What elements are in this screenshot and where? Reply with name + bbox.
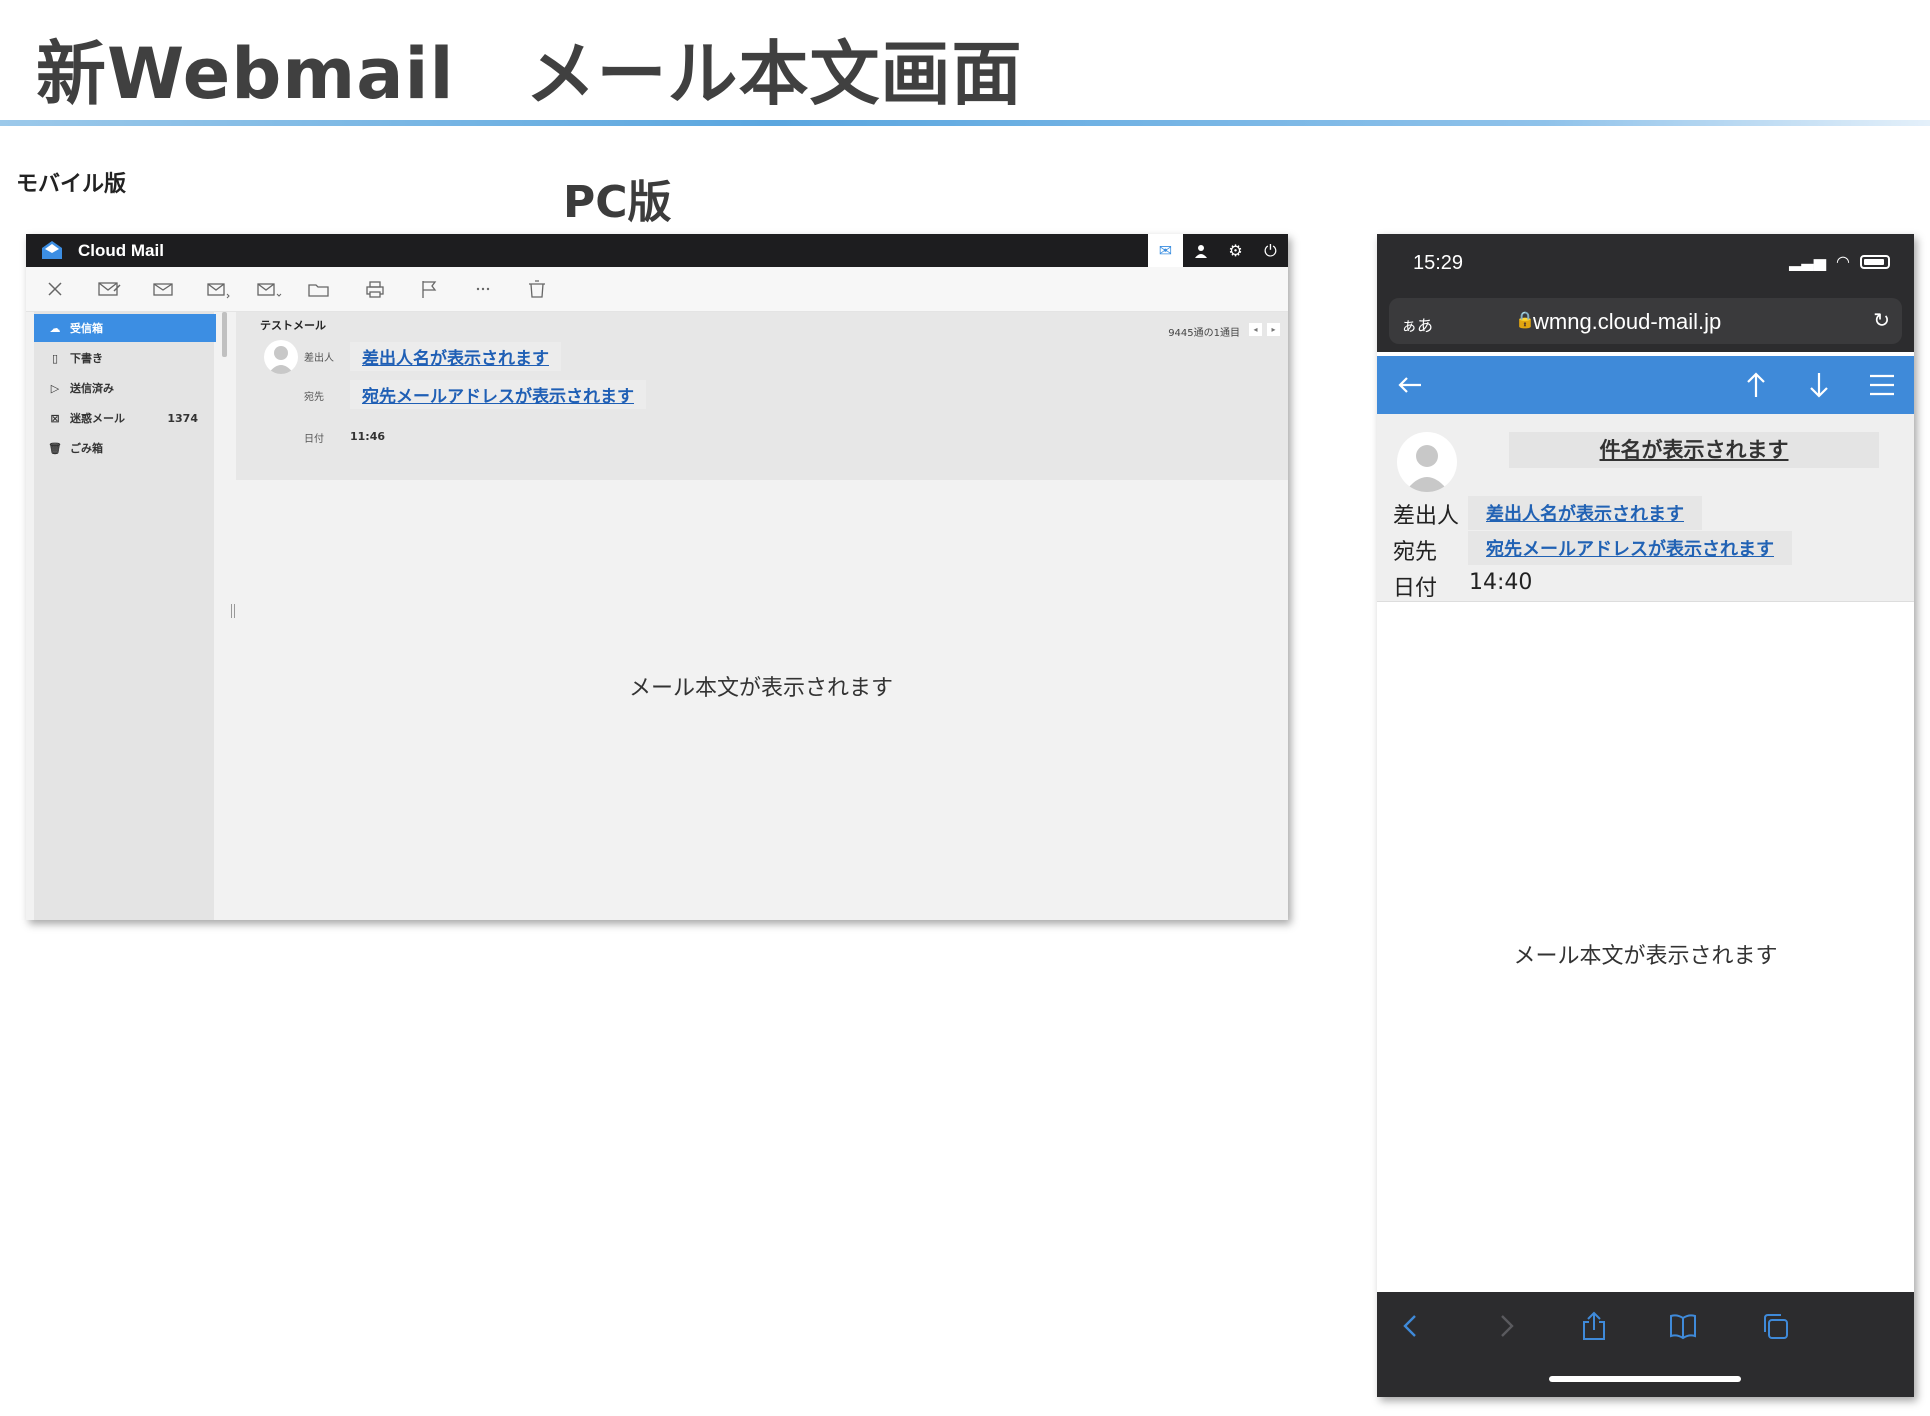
browser-back-icon[interactable]: [1391, 1306, 1431, 1346]
print-icon[interactable]: [362, 277, 388, 301]
page-title: 新Webmail メール本文画面: [36, 33, 1023, 115]
app-brand: Cloud Mail: [78, 241, 164, 260]
trash-icon: 🗑: [48, 441, 62, 455]
folder-drafts[interactable]: ▯ 下書き: [34, 344, 216, 372]
move-folder-icon[interactable]: [306, 277, 332, 301]
signal-icon: ▂▃▅: [1789, 252, 1827, 271]
pc-top-bar: Cloud Mail ✉ ⚙ ⏻: [26, 234, 1288, 267]
to-link[interactable]: 宛先メールアドレスが表示されます: [350, 380, 646, 409]
gear-icon[interactable]: ⚙: [1218, 234, 1253, 267]
from-link[interactable]: 差出人名が表示されます: [1468, 496, 1702, 530]
back-arrow-icon[interactable]: [1391, 366, 1429, 404]
from-label: 差出人: [1393, 504, 1460, 529]
cloud-mail-logo-icon: [42, 241, 62, 259]
date-value: 14:40: [1469, 570, 1533, 595]
folder-spam[interactable]: ⊠ 迷惑メール 1374: [34, 404, 216, 432]
reply-all-icon[interactable]: [204, 277, 230, 301]
browser-address-area: ぁあ 🔒 wmng.cloud-mail.jp ↻: [1377, 290, 1914, 352]
mobile-screenshot: 15:29 ▂▃▅ ◠ ぁあ 🔒 wmng.cloud-mail.jp ↻ 件名…: [1377, 234, 1914, 1397]
folder-sent[interactable]: ▷ 送信済み: [34, 374, 216, 402]
subject-text: 件名が表示されます: [1509, 432, 1879, 468]
message-position: 9445通の1通目: [1168, 328, 1240, 339]
pc-toolbar: [26, 267, 1288, 312]
forward-icon[interactable]: [256, 277, 282, 301]
flag-icon[interactable]: [416, 277, 442, 301]
menu-icon[interactable]: [1863, 366, 1901, 404]
mail-icon[interactable]: ✉: [1148, 234, 1183, 267]
message-body-text: メール本文が表示されます: [628, 676, 893, 701]
spam-count: 1374: [167, 411, 198, 425]
sidebar-scrollbar[interactable]: [222, 312, 227, 357]
pane-splitter[interactable]: [231, 604, 235, 618]
folder-inbox[interactable]: ☁ 受信箱: [34, 314, 216, 342]
to-label: 宛先: [304, 392, 324, 403]
status-bar: 15:29 ▂▃▅ ◠: [1377, 234, 1914, 290]
bookmarks-icon[interactable]: [1663, 1306, 1703, 1346]
title-divider: [0, 120, 1930, 126]
up-arrow-icon[interactable]: [1737, 366, 1775, 404]
power-icon[interactable]: ⏻: [1253, 234, 1288, 267]
status-time: 15:29: [1413, 252, 1464, 274]
down-arrow-icon[interactable]: [1800, 366, 1838, 404]
home-indicator: [1549, 1376, 1741, 1382]
more-icon[interactable]: [470, 277, 496, 301]
spam-icon: ⊠: [50, 411, 60, 425]
inbox-icon: ☁: [49, 321, 61, 335]
pc-section-label: PC版: [563, 177, 672, 228]
mail-app-bar: [1377, 356, 1914, 414]
next-message-icon[interactable]: ▸: [1267, 323, 1280, 336]
draft-icon: ▯: [51, 351, 59, 365]
close-icon[interactable]: [42, 277, 68, 301]
tabs-icon[interactable]: [1755, 1306, 1795, 1346]
battery-icon: [1860, 254, 1890, 269]
date-label: 日付: [1393, 576, 1438, 601]
text-size-button[interactable]: ぁあ: [1401, 312, 1433, 336]
sent-icon: ▷: [50, 381, 60, 395]
user-icon[interactable]: [1183, 234, 1218, 267]
folder-trash[interactable]: 🗑 ごみ箱: [34, 434, 216, 462]
wifi-icon: ◠: [1836, 252, 1850, 271]
to-link[interactable]: 宛先メールアドレスが表示されます: [1468, 531, 1792, 565]
message-subject: テストメール: [260, 319, 326, 332]
compose-icon[interactable]: [96, 277, 122, 301]
lock-icon: 🔒: [1515, 310, 1535, 329]
browser-forward-icon[interactable]: [1486, 1306, 1526, 1346]
delete-icon[interactable]: [524, 277, 550, 301]
avatar: [264, 340, 298, 374]
date-label: 日付: [304, 434, 324, 445]
prev-message-icon[interactable]: ◂: [1249, 323, 1262, 336]
reload-icon[interactable]: ↻: [1873, 308, 1890, 332]
from-link[interactable]: 差出人名が表示されます: [350, 342, 561, 371]
mobile-section-label: モバイル版: [16, 172, 127, 197]
pc-screenshot: Cloud Mail ✉ ⚙ ⏻ ☁ 受信箱 ▯ 下書き ▷ 送信済み ⊠ 迷惑…: [26, 234, 1288, 920]
address-bar[interactable]: ぁあ 🔒 wmng.cloud-mail.jp ↻: [1389, 298, 1902, 344]
url-text[interactable]: wmng.cloud-mail.jp: [1533, 309, 1721, 335]
to-label: 宛先: [1393, 540, 1438, 565]
message-body: [242, 486, 1270, 920]
avatar: [1397, 432, 1457, 492]
from-label: 差出人: [304, 353, 334, 364]
message-body-text: メール本文が表示されます: [1513, 944, 1778, 969]
reply-icon[interactable]: [150, 277, 176, 301]
date-value: 11:46: [350, 430, 386, 443]
share-icon[interactable]: [1574, 1306, 1614, 1346]
folder-sidebar: ☁ 受信箱 ▯ 下書き ▷ 送信済み ⊠ 迷惑メール 1374 🗑 ごみ箱: [34, 312, 216, 920]
